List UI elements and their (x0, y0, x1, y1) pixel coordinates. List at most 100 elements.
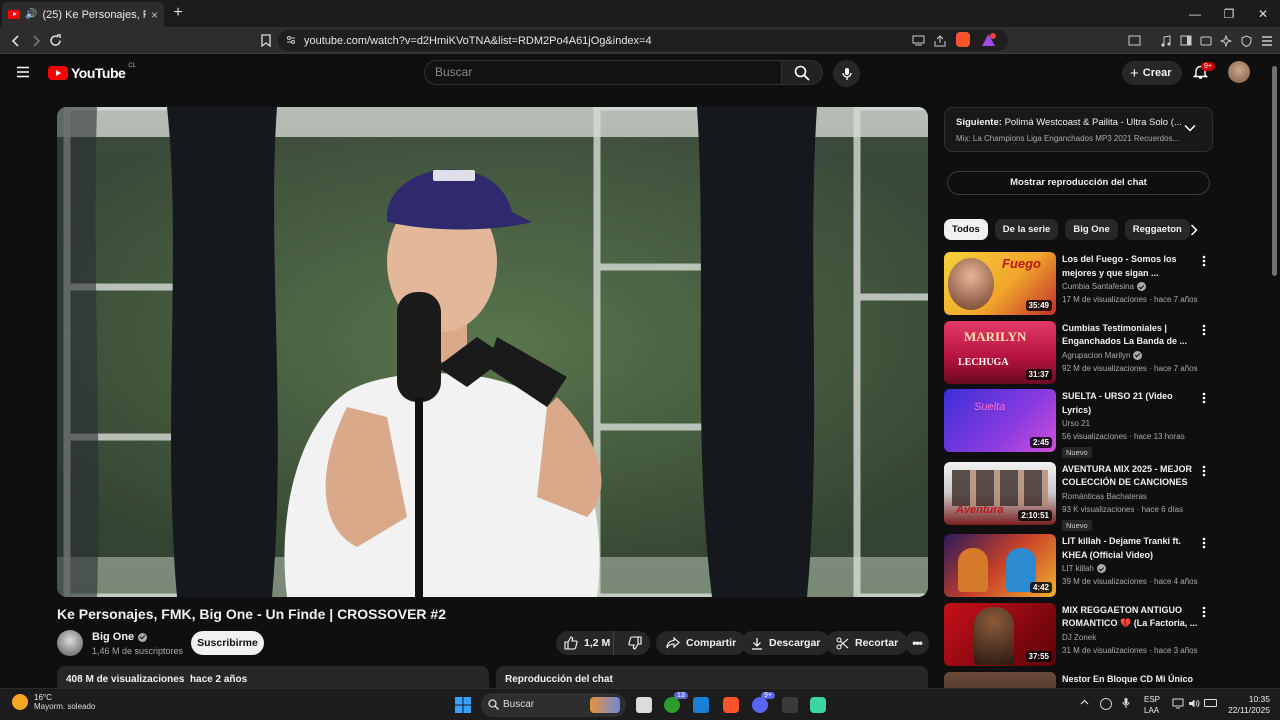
chip-big-one[interactable]: Big One (1065, 219, 1118, 240)
verified-badge-icon (138, 632, 148, 642)
more-actions-button[interactable]: ••• (905, 631, 929, 655)
tab-search-icon[interactable] (1126, 32, 1143, 49)
video-thumbnail[interactable]: Suelta 2:45 (944, 389, 1056, 453)
video-thumbnail[interactable]: 37:55 (944, 602, 1056, 666)
download-button[interactable]: Descargar (741, 631, 831, 655)
channel-name-link[interactable]: Big One (92, 631, 148, 643)
chevron-up-icon[interactable] (1080, 699, 1089, 705)
page-scrollbar[interactable] (1270, 54, 1280, 688)
video-thumbnail[interactable]: Fuego 35:49 (944, 252, 1056, 315)
rec-channel[interactable]: Románticas Bachateras (1062, 492, 1147, 501)
microphone-icon[interactable] (1122, 697, 1130, 709)
list-item[interactable]: Fuego 35:49 Los del Fuego - Somos los me… (944, 252, 1219, 320)
wallet-icon[interactable] (1197, 32, 1214, 49)
more-vertical-icon[interactable] (1202, 255, 1206, 267)
list-item[interactable]: Aventura 2:10:51 AVENTURA MIX 2025 - MEJ… (944, 461, 1219, 534)
cast-icon[interactable] (910, 32, 927, 49)
rec-channel[interactable]: DJ Zonek (1062, 633, 1096, 642)
rec-channel[interactable]: Urso 21 (1062, 419, 1090, 428)
scrollbar-thumb[interactable] (1272, 66, 1277, 276)
leo-ai-icon[interactable] (1217, 32, 1234, 49)
rec-channel[interactable]: Agrupacion Marilyn (1062, 351, 1130, 360)
chevron-right-icon[interactable] (1190, 224, 1198, 236)
create-button[interactable]: + Crear (1122, 61, 1182, 85)
taskbar-search[interactable]: Buscar (481, 693, 626, 717)
chip-de-la-serie[interactable]: De la serie (994, 219, 1059, 240)
search-button[interactable] (781, 60, 823, 85)
network-icon[interactable] (1172, 698, 1184, 709)
video-thumbnail[interactable] (944, 671, 1056, 688)
voice-search-button[interactable] (833, 60, 860, 87)
rec-channel[interactable]: LIT killah (1062, 564, 1094, 573)
new-tab-button[interactable]: + (170, 4, 186, 22)
more-vertical-icon[interactable] (1202, 465, 1206, 477)
back-icon[interactable] (7, 32, 24, 49)
list-item[interactable]: Nestor En Bloque CD Mi Único Amor 2004 (944, 671, 1219, 688)
show-chat-replay-button[interactable]: Mostrar reproducción del chat (947, 171, 1210, 195)
video-thumbnail[interactable]: Aventura 2:10:51 (944, 461, 1056, 525)
language-indicator[interactable]: ESP LAA (1144, 694, 1160, 716)
audio-icon[interactable]: 🔊 (25, 9, 37, 20)
share-page-icon[interactable] (932, 32, 949, 49)
weather-widget[interactable]: 16°C Mayorm. soleado (12, 693, 95, 711)
video-thumbnail[interactable]: 4:42 (944, 534, 1056, 598)
brave-rewards-icon[interactable] (980, 32, 996, 47)
brave-browser-icon[interactable] (723, 697, 739, 713)
channel-avatar[interactable] (57, 630, 83, 656)
reload-icon[interactable] (47, 32, 64, 49)
list-item[interactable]: 4:42 LIT killah - Dejame Tranki ft. KHEA… (944, 534, 1219, 602)
browser-menu-icon[interactable] (1258, 32, 1275, 49)
list-item[interactable]: Suelta 2:45 SUELTA - URSO 21 (Video Lyri… (944, 389, 1219, 461)
brave-shields-icon[interactable] (956, 32, 970, 47)
more-vertical-icon[interactable] (1202, 606, 1206, 618)
restore-icon[interactable]: ❐ (1212, 0, 1246, 27)
youtube-logo[interactable]: YouTube CL (48, 63, 136, 81)
battery-icon[interactable] (1204, 699, 1217, 707)
list-item[interactable]: 37:55 MIX REGGAETON ANTIGUO ROMANTICO 💔 … (944, 602, 1219, 671)
like-button[interactable]: 1,2 M (556, 631, 615, 655)
close-tab-icon[interactable]: × (151, 8, 158, 22)
chevron-down-icon[interactable] (1184, 124, 1196, 132)
subscribe-button[interactable]: Suscribirme (191, 631, 264, 655)
discord-icon[interactable] (752, 697, 768, 713)
account-avatar[interactable] (1228, 61, 1250, 83)
volume-icon[interactable] (1188, 698, 1200, 709)
clip-button[interactable]: Recortar (826, 631, 909, 655)
browser-tab[interactable]: 🔊 (25) Ke Personajes, FMK, Big One × (2, 2, 164, 27)
more-vertical-icon[interactable] (1202, 392, 1206, 404)
more-vertical-icon[interactable] (1202, 324, 1206, 336)
xbox-icon[interactable] (664, 697, 680, 713)
rec-channel[interactable]: Cumbia Santafesina (1062, 282, 1134, 291)
list-item[interactable]: MARILYN LECHUGA 31:37 Cumbias Testimonia… (944, 320, 1219, 389)
vpn-shield-icon[interactable] (1238, 32, 1255, 49)
site-info-icon[interactable] (286, 35, 296, 45)
sidebar-icon[interactable] (1177, 32, 1194, 49)
forward-icon[interactable] (27, 32, 44, 49)
hamburger-menu-icon[interactable] (16, 66, 30, 78)
verified-badge-icon (1137, 282, 1147, 291)
tray-app-icon[interactable] (1100, 698, 1112, 710)
chip-todos[interactable]: Todos (944, 219, 988, 240)
like-dislike-group: 1,2 M (556, 631, 650, 655)
windows-start-icon[interactable] (455, 697, 471, 713)
subscriber-count: 1,46 M de suscriptores (92, 646, 184, 656)
share-button[interactable]: Compartir (656, 631, 747, 655)
video-player[interactable] (57, 107, 928, 597)
up-next-panel[interactable]: Siguiente: Polimá Westcoast & Pailita - … (944, 107, 1213, 152)
bookmark-icon[interactable] (257, 32, 274, 49)
mail-icon[interactable] (693, 697, 709, 713)
close-window-icon[interactable]: ✕ (1246, 0, 1280, 27)
address-bar[interactable]: youtube.com/watch?v=d2HmiKVoTNA&list=RDM… (278, 30, 1008, 51)
dislike-button[interactable] (620, 631, 650, 655)
system-clock[interactable]: 10:35 22/11/2025 (1226, 694, 1270, 716)
music-icon[interactable] (1157, 32, 1174, 49)
rec-meta: 92 M de visualizaciones · hace 7 años (1062, 363, 1198, 373)
more-vertical-icon[interactable] (1202, 537, 1206, 549)
app-icon[interactable] (782, 697, 798, 713)
chat-app-icon[interactable] (810, 697, 826, 713)
video-thumbnail[interactable]: MARILYN LECHUGA 31:37 (944, 320, 1056, 384)
minimize-icon[interactable]: — (1178, 0, 1212, 27)
task-view-icon[interactable] (636, 697, 652, 713)
search-input[interactable]: Buscar (424, 60, 782, 85)
chip-reggaeton[interactable]: Reggaeton (1124, 219, 1190, 240)
